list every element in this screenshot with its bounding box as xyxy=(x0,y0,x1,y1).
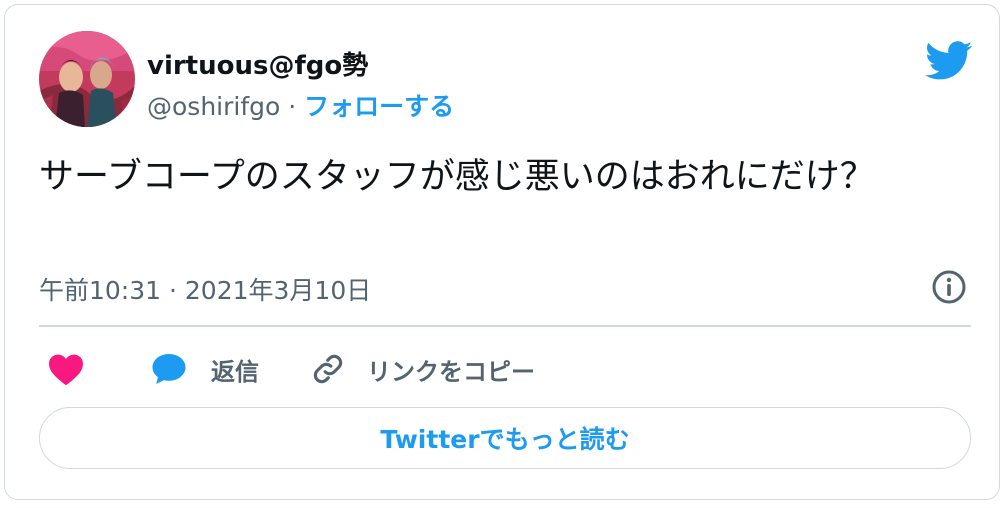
copy-link-button[interactable]: リンクをコピー xyxy=(311,347,535,391)
display-name[interactable]: virtuous@fgo勢 xyxy=(147,45,368,82)
heart-icon xyxy=(49,354,83,386)
reply-bubble-icon xyxy=(152,354,186,384)
separator-dot: · xyxy=(280,92,305,121)
reply-label: 返信 xyxy=(211,357,259,386)
link-icon xyxy=(313,354,343,384)
divider xyxy=(39,325,971,327)
avatar-image xyxy=(39,31,135,127)
reply-button[interactable]: 返信 xyxy=(151,347,259,391)
handle[interactable]: @oshirifgo xyxy=(147,92,280,121)
copy-link-label: リンクをコピー xyxy=(367,357,535,386)
like-button[interactable] xyxy=(47,347,85,391)
info-icon[interactable] xyxy=(931,269,967,305)
handle-row: @oshirifgo · フォローする xyxy=(147,87,454,123)
tweet-timestamp[interactable]: 午前10:31 · 2021年3月10日 xyxy=(39,271,371,307)
read-more-label: Twitterでもっと読む xyxy=(380,425,630,454)
twitter-bird-icon[interactable] xyxy=(925,41,973,81)
avatar[interactable] xyxy=(39,31,135,127)
follow-link[interactable]: フォローする xyxy=(304,92,454,121)
tweet-text: サーブコープのスタッフが感じ悪いのはおれにだけ？ xyxy=(39,157,875,197)
embedded-tweet-card: virtuous@fgo勢 @oshirifgo · フォローする サーブコープ… xyxy=(4,4,1000,500)
read-more-button[interactable]: Twitterでもっと読む xyxy=(39,407,971,469)
